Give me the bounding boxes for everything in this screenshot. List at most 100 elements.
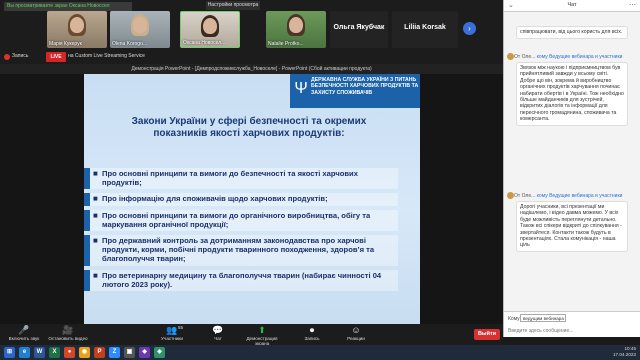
taskbar-app-icon[interactable]: W [34, 347, 45, 358]
chat-title: Чат [567, 2, 577, 8]
taskbar-app-icon[interactable]: e [19, 347, 30, 358]
avatar [507, 53, 514, 60]
participant-face [203, 18, 217, 34]
taskbar-app-icon[interactable]: ⊞ [4, 347, 15, 358]
avatar [507, 192, 514, 199]
bullet-marker-icon: ■ [93, 270, 98, 280]
recipient-link[interactable]: кому Ведущие вебинара и участники [537, 54, 623, 60]
live-badge: LIVE [46, 52, 66, 62]
view-options-button[interactable]: Настройки просмотра [206, 1, 260, 10]
bullet-marker-icon: ■ [93, 169, 98, 178]
participant-name: Ольга Якубчак [333, 24, 385, 31]
bullet-marker-icon: ■ [93, 194, 98, 204]
bullet-marker-icon: ■ [93, 210, 98, 220]
unmute-button[interactable]: 🎤 Включить звук [2, 325, 46, 341]
law-item-text: Про ветеринарну медицину та благополуччя… [102, 270, 382, 289]
reactions-icon: ☺ [351, 325, 361, 335]
record-label[interactable]: Запись [12, 53, 28, 59]
chat-input[interactable] [508, 326, 636, 335]
message-sender: От Оле... кому Ведущие вебинара и участн… [514, 54, 622, 60]
participant-tile[interactable]: Ольга Якубчак [330, 11, 388, 48]
toolbar-label: Запись [304, 336, 320, 341]
next-participants-button[interactable]: › [463, 22, 476, 35]
presentation-slide: Ψ ДЕРЖАВНА СЛУЖБА УКРАЇНИ З ПИТАНЬ БЕЗПЕ… [84, 74, 420, 324]
stop-video-button[interactable]: 🎥 Остановить видео [46, 325, 90, 341]
chat-composer: Кому: ведущим вебинара [504, 311, 640, 337]
record-dot-icon [4, 54, 10, 60]
trident-emblem-icon: Ψ [294, 80, 308, 97]
system-clock[interactable]: 10:45 17.04.2023 [613, 346, 636, 358]
chat-button[interactable]: 💬 Чат [196, 325, 240, 341]
law-item: ■ Про державний контроль за дотриманням з… [84, 235, 398, 266]
chat-message: співпрацювати, від цього користь для всі… [516, 26, 628, 39]
recording-bar: Запись LIVE на Custom Live Streaming Ser… [0, 50, 503, 64]
unmute-icon: 🎤 [18, 325, 30, 335]
law-item: ■ Про інформацію для споживачів щодо харч… [84, 193, 398, 206]
taskbar-app-icon[interactable]: X [49, 347, 60, 358]
close-icon[interactable]: ⋯ [629, 1, 636, 9]
participant-face [133, 17, 147, 33]
toolbar-label: Чат [214, 336, 222, 341]
taskbar-app-icon[interactable]: ▣ [124, 347, 135, 358]
share-screen-button[interactable]: ⬆ Демонстрация экрана [240, 325, 284, 346]
participant-tile[interactable]: Olena Korogo... [110, 11, 170, 48]
windows-taskbar: 10:45 17.04.2023 ⊞ e W X ● ◉ P Z ▣ ◆ ◈ [0, 345, 640, 360]
participant-name: Olena Korogo... [112, 41, 148, 47]
sender-name: От Оле... [514, 193, 536, 199]
participant-face [289, 17, 303, 33]
taskbar-app-icon[interactable]: ● [64, 347, 75, 358]
recipient-select[interactable]: ведущим вебинара [520, 314, 566, 322]
taskbar-app-icon[interactable]: Z [109, 347, 120, 358]
meeting-toolbar: Выйти 🎤 Включить звук 🎥 Остановить видео 👥 Уч… [0, 324, 503, 346]
taskbar-app-icon[interactable]: ◆ [139, 347, 150, 358]
participant-name: Natalie Protko... [268, 41, 304, 47]
shared-screen: Ψ ДЕРЖАВНА СЛУЖБА УКРАЇНИ З ПИТАНЬ БЕЗПЕ… [0, 74, 503, 324]
exit-button[interactable]: Выйти [474, 329, 500, 340]
chat-panel: ⌄ Чат ⋯ співпрацювати, від цього користь… [503, 0, 640, 337]
slide-title: Закони України у сфері безпечності та ок… [131, 116, 367, 139]
participant-tile[interactable]: Марія Кукерук [47, 11, 107, 48]
reactions-button[interactable]: ☺ Реакции [334, 325, 378, 341]
chat-message: Дорогі учасники, всі презентації ми наді… [516, 201, 628, 252]
taskbar-app-icon[interactable]: P [94, 347, 105, 358]
taskbar-app-icon[interactable]: ◈ [154, 347, 165, 358]
bullet-marker-icon: ■ [93, 236, 98, 246]
chat-message: Звязок між наукою і підприємництвом був … [516, 62, 628, 126]
law-item-text: Про інформацію для споживачів щодо харчо… [102, 194, 328, 204]
participant-face [70, 17, 84, 33]
law-item: ■ Про основні принципи та вимоги до орган… [84, 209, 398, 232]
participant-tile[interactable]: Liliia Korsak [392, 11, 458, 48]
participant-name: Марія Кукерук [49, 41, 82, 47]
chat-icon: 💬 [212, 325, 224, 335]
participant-name: Liliia Korsak [404, 24, 446, 31]
participants-button[interactable]: 👥 Участники 55 [150, 325, 194, 341]
participant-tile[interactable]: Natalie Protko... [266, 11, 326, 48]
share-screen-icon: ⬆ [258, 325, 266, 335]
participants-icon: 👥 [166, 325, 178, 335]
participant-tile-active-speaker[interactable]: Оксана Новосел... [180, 11, 240, 48]
law-item: ■ Про основні принципи та вимоги до безпе… [84, 168, 398, 190]
taskbar-app-icon[interactable]: ◉ [79, 347, 90, 358]
toolbar-label: Реакции [347, 336, 365, 341]
participant-count: 55 [178, 325, 184, 330]
clock-date: 17.04.2023 [613, 352, 636, 357]
agency-name: ДЕРЖАВНА СЛУЖБА УКРАЇНИ З ПИТАНЬ БЕЗПЕЧН… [311, 77, 419, 96]
law-item: ■ Про ветеринарну медицину та благополучч… [84, 269, 398, 292]
record-icon: ⏺ [309, 325, 315, 335]
powerpoint-window-title: Демонстрація PowerPoint - [Демпродспожив… [0, 64, 503, 74]
stop-video-icon: 🎥 [62, 325, 74, 335]
toolbar-label: Остановить видео [48, 336, 88, 341]
toolbar-label: Включить звук [8, 336, 40, 341]
law-item-text: Про основні принципи та вимоги до безпеч… [102, 169, 358, 188]
zoom-window: Вы просматриваете экран Оксана Новоссел … [0, 0, 640, 360]
law-item-text: Про основні принципи та вимоги до органі… [102, 210, 371, 229]
message-sender: От Оле... кому Ведущие вебинара и участн… [514, 193, 622, 199]
record-button[interactable]: ⏺ Запись [290, 325, 334, 341]
sender-name: От Оле... [514, 54, 536, 60]
law-list: ■ Про основні принципи та вимоги до безпе… [84, 168, 420, 295]
stream-label: на Custom Live Streaming Service [68, 53, 145, 59]
toolbar-label: Участники [161, 336, 183, 341]
participant-strip: Вы просматриваете экран Оксана Новоссел … [0, 0, 503, 50]
chat-header: ⌄ Чат ⋯ [504, 0, 640, 12]
recipient-link[interactable]: кому Ведущие вебинара и участники [537, 193, 623, 199]
